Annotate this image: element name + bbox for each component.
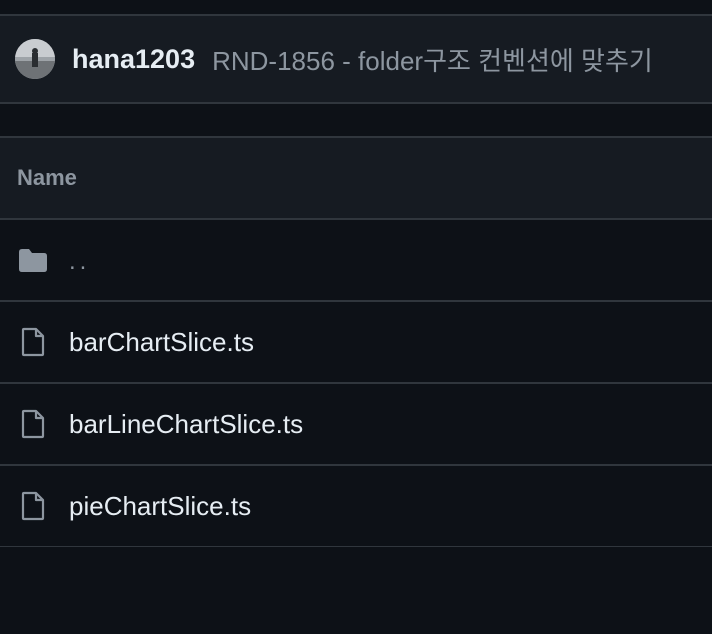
avatar-image	[15, 39, 55, 79]
file-icon	[17, 326, 49, 358]
table-row[interactable]: barLineChartSlice.ts	[0, 384, 712, 466]
file-link[interactable]: barChartSlice.ts	[69, 327, 254, 358]
file-icon	[17, 408, 49, 440]
empty-area	[0, 547, 712, 634]
folder-icon	[17, 244, 49, 276]
file-icon	[17, 490, 49, 522]
file-link[interactable]: barLineChartSlice.ts	[69, 409, 303, 440]
file-link[interactable]: pieChartSlice.ts	[69, 491, 251, 522]
commit-message[interactable]: RND-1856 - folder구조 컨벤션에 맞추기	[212, 41, 653, 78]
file-browser: hana1203 RND-1856 - folder구조 컨벤션에 맞추기 Na…	[0, 0, 712, 634]
latest-commit-bar: hana1203 RND-1856 - folder구조 컨벤션에 맞추기	[0, 16, 712, 104]
parent-directory-link[interactable]: ..	[69, 248, 90, 276]
table-row-parent-directory[interactable]: ..	[0, 220, 712, 302]
column-header-name: Name	[17, 165, 77, 190]
table-header: Name	[0, 138, 712, 220]
commit-author[interactable]: hana1203	[72, 44, 195, 75]
table-row[interactable]: barChartSlice.ts	[0, 302, 712, 384]
table-row[interactable]: pieChartSlice.ts	[0, 466, 712, 548]
avatar[interactable]	[15, 39, 55, 79]
spacer	[0, 104, 712, 138]
